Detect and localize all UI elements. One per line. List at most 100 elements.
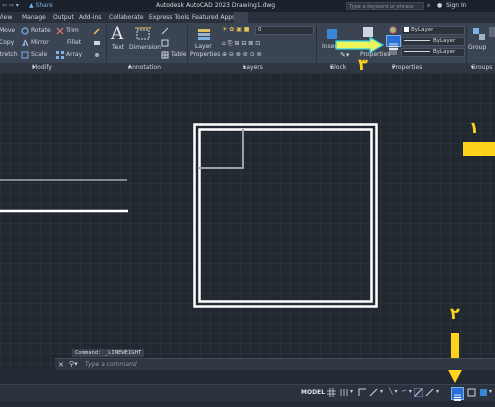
command-history: Command: _LINEWEIGHT <box>72 349 145 357</box>
sign-in-link[interactable]: Sign In <box>446 0 467 12</box>
share-icon: ▲ <box>29 2 34 9</box>
trim-icon <box>56 27 64 35</box>
layer-dropdown[interactable]: 0 <box>255 26 314 35</box>
command-wrench-icon[interactable]: ⚲▾ <box>69 360 78 368</box>
group-tools-icon[interactable] <box>489 27 495 37</box>
status-bar: MODEL ▾ ▾ ╲ ▾ ⌐ ▾ ▾ ▾ <box>0 384 495 401</box>
drawing-geometry <box>0 123 378 308</box>
erase-icon[interactable] <box>93 39 101 47</box>
show-lineweight-toggle[interactable] <box>451 387 464 401</box>
drawing-canvas[interactable] <box>0 73 495 370</box>
menu-extra-button[interactable] <box>234 12 248 23</box>
menu-bar: View Manage Output Add-ins Collaborate E… <box>0 12 495 23</box>
layer-properties-label: Properties <box>190 51 221 58</box>
menu-featured-apps[interactable]: Featured Apps <box>192 12 235 23</box>
window-title: Autodesk AutoCAD 2023 Drawing1.dwg <box>156 2 276 9</box>
lineweight-dropdown[interactable]: ByLayer <box>401 37 465 46</box>
menu-view[interactable]: View <box>0 12 12 23</box>
group-button[interactable]: Group <box>468 44 486 52</box>
snap-dropdown-icon[interactable]: ▾ <box>350 388 353 395</box>
annotation-number-2: ٢ <box>450 304 460 323</box>
panel-title-layers[interactable]: Layers ▾ <box>243 63 263 73</box>
table-icon <box>161 51 169 59</box>
grid-icon[interactable] <box>327 388 336 397</box>
panel-title-annotation[interactable]: Annotation ▾ <box>128 63 161 73</box>
panel-title-modify[interactable]: Modify ▾ <box>32 63 52 73</box>
color-wheel-icon <box>389 26 397 34</box>
text-button[interactable]: Text <box>112 44 124 52</box>
menu-manage[interactable]: Manage <box>22 12 46 23</box>
title-bar: ⇦ ⇨ ▾ ▲ Share Autodesk AutoCAD 2023 Draw… <box>0 0 495 12</box>
share-button[interactable]: ▲ Share <box>29 0 53 12</box>
scale-icon <box>21 51 29 59</box>
color-swatch <box>404 27 409 32</box>
linetype-dropdown[interactable]: ByLayer <box>401 48 465 57</box>
mirror-icon <box>22 39 29 47</box>
group-icon <box>473 28 485 40</box>
menu-output[interactable]: Output <box>53 12 74 23</box>
osnap-dropdown-icon[interactable]: ▾ <box>436 388 439 395</box>
scale-button[interactable]: Scale <box>31 51 47 59</box>
dimension-button[interactable]: Dimension <box>129 44 161 52</box>
object-snap-icon[interactable] <box>414 388 423 397</box>
array-icon <box>56 51 64 59</box>
panel-title-properties[interactable]: Properties ▾ <box>392 63 422 73</box>
layer-tools-row-2[interactable]: ⊕ ⊖ ⊗ ⊘ ⊙ ⊚ <box>222 51 262 58</box>
explode-icon[interactable] <box>93 51 101 59</box>
ribbon-panel-bar: Modify ▾ Annotation ▾ Layers ▾ Block ▾ P… <box>0 63 495 73</box>
linetype-sample <box>404 51 430 52</box>
status-dropdown-icon[interactable]: ▾ <box>489 388 492 395</box>
text-icon: A <box>111 24 124 44</box>
copy-button[interactable]: Copy <box>0 39 14 47</box>
fillet-button[interactable]: Fillet <box>67 39 81 47</box>
tracking-icon[interactable]: ⌐ ▾ <box>402 388 412 395</box>
quick-access-arrows[interactable]: ⇦ ⇨ ▾ <box>2 0 19 12</box>
dimension-icon <box>135 27 151 40</box>
small-corner-rect <box>199 129 244 169</box>
panel-title-block[interactable]: Block ▾ <box>330 63 346 73</box>
snap-icon[interactable] <box>340 388 349 397</box>
polar-dropdown-icon[interactable]: ▾ <box>380 388 383 395</box>
rotate-button[interactable]: Rotate <box>31 27 51 35</box>
layer-tools-row-1[interactable]: ⌂ ⎘ ⊞ ⊟ ⊠ ⊡ <box>222 40 260 48</box>
leader-icon[interactable] <box>161 27 169 35</box>
layer-properties-button[interactable]: Layer <box>195 43 212 51</box>
polar-icon[interactable] <box>369 388 378 397</box>
array-button[interactable]: Array <box>66 51 82 59</box>
transparency-icon[interactable] <box>467 388 476 397</box>
outer-square <box>193 123 378 308</box>
layer-state-icons[interactable]: ☀ ✿ ▣ ■ <box>222 26 249 33</box>
menu-add-ins[interactable]: Add-ins <box>79 12 101 23</box>
table-button[interactable]: Table <box>171 51 187 59</box>
search-icon[interactable]: ⌕ <box>427 0 430 12</box>
search-input[interactable]: Type a keyword or phrase <box>346 2 424 10</box>
selection-cycling-icon[interactable] <box>479 388 488 397</box>
rotate-icon <box>21 27 29 35</box>
mirror-button[interactable]: Mirror <box>31 39 49 47</box>
stretch-button[interactable]: Stretch <box>0 51 18 59</box>
model-space-button[interactable]: MODEL <box>301 389 325 396</box>
inner-square <box>198 128 373 303</box>
pencil-icon[interactable] <box>93 27 101 35</box>
isodraft-icon[interactable]: ╲ ▾ <box>389 388 398 395</box>
lineweight-icon-highlighted[interactable] <box>386 35 401 50</box>
annotation-number-3: ٣ <box>358 55 368 74</box>
command-input[interactable]: Type a command <box>85 359 137 370</box>
panel-title-groups[interactable]: Groups ▾ <box>471 63 492 73</box>
command-close-icon[interactable]: ✕ <box>58 361 64 369</box>
osnap-tracking-icon[interactable] <box>425 388 434 397</box>
linetype-icon <box>389 49 397 55</box>
menu-express-tools[interactable]: Express Tools <box>149 12 189 23</box>
lineweight-sample <box>404 40 430 41</box>
menu-collaborate[interactable]: Collaborate <box>109 12 144 23</box>
ortho-icon[interactable] <box>358 388 367 397</box>
user-icon[interactable]: ● <box>437 0 442 12</box>
layer-properties-icon <box>198 29 210 40</box>
command-line[interactable]: ✕ ⚲▾ Type a command <box>55 358 495 370</box>
annotation-number-1: ١ <box>469 118 479 137</box>
annotation-arrow-3 <box>335 37 385 53</box>
color-dropdown[interactable]: ByLayer <box>401 26 465 35</box>
trim-button[interactable]: Trim <box>66 27 79 35</box>
markup-icon[interactable] <box>161 39 169 47</box>
move-button[interactable]: Move <box>0 27 15 35</box>
